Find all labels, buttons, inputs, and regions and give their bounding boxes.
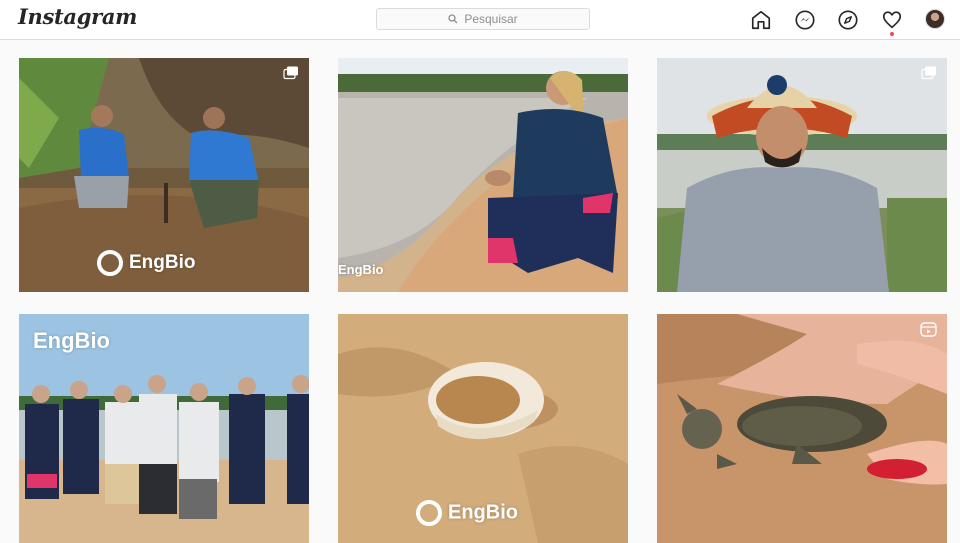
engbio-watermark: EngBio <box>338 262 384 277</box>
search-input[interactable]: Pesquisar <box>376 8 590 30</box>
post-thumbnail-2[interactable]: EngBio <box>338 58 628 292</box>
home-icon[interactable] <box>749 8 773 32</box>
notification-dot <box>890 32 894 36</box>
instagram-logo[interactable]: Instagram <box>18 4 137 29</box>
post-thumbnail-6[interactable] <box>657 314 947 543</box>
engbio-watermark: EngBio <box>33 328 110 353</box>
post-image <box>657 314 947 543</box>
carousel-icon <box>283 66 298 80</box>
search-placeholder: Pesquisar <box>464 12 518 26</box>
post-thumbnail-4[interactable]: EngBio <box>19 314 309 543</box>
reels-icon <box>920 322 937 337</box>
messenger-icon[interactable] <box>793 8 817 32</box>
search-icon <box>448 14 458 24</box>
profile-avatar[interactable] <box>925 9 945 29</box>
engbio-gear-logo <box>97 250 123 276</box>
post-image <box>338 58 628 292</box>
post-thumbnail-1[interactable]: EngBio <box>19 58 309 292</box>
engbio-watermark: EngBio <box>416 500 518 526</box>
carousel-icon <box>921 66 936 80</box>
engbio-gear-logo <box>416 500 442 526</box>
engbio-watermark: EngBio <box>97 250 196 276</box>
explore-icon[interactable] <box>836 8 860 32</box>
activity-heart-icon[interactable] <box>880 8 904 32</box>
top-navigation-bar: Instagram Pesquisar <box>0 0 960 40</box>
post-image <box>657 58 947 292</box>
post-thumbnail-5[interactable]: EngBio <box>338 314 628 543</box>
post-thumbnail-3[interactable] <box>657 58 947 292</box>
